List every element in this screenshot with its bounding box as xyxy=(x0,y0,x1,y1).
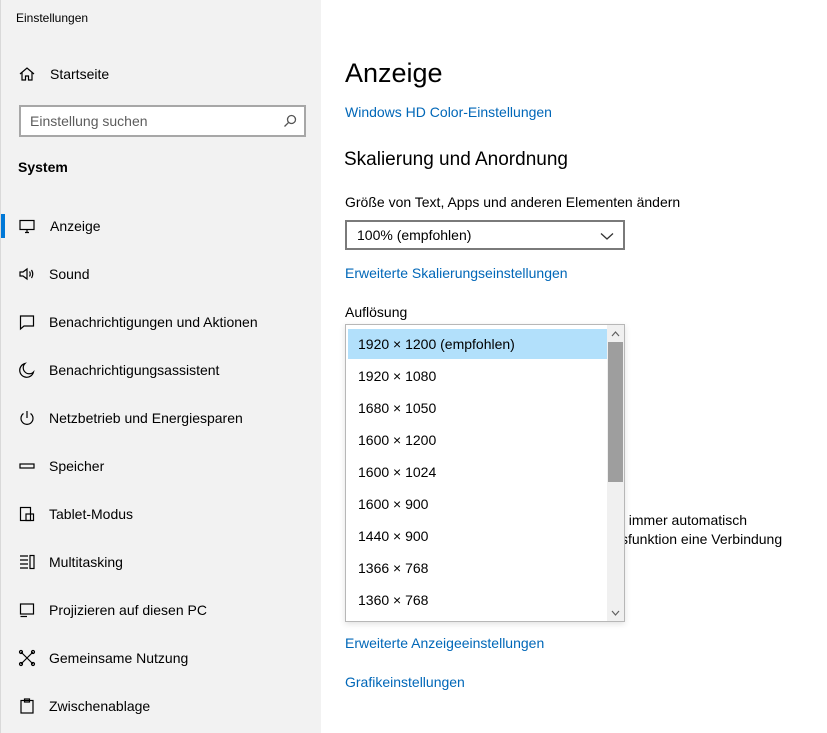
sidebar-item-notifications[interactable]: Benachrichtigungen und Aktionen xyxy=(1,298,322,346)
sidebar-item-sound[interactable]: Sound xyxy=(1,250,322,298)
sidebar-item-label: Multitasking xyxy=(49,554,123,570)
resolution-option[interactable]: 1600 × 900 xyxy=(348,489,608,519)
clipboard-icon xyxy=(18,697,36,715)
sidebar-item-label: Sound xyxy=(49,266,90,282)
sidebar-item-label: Benachrichtigungsassistent xyxy=(49,362,220,378)
scale-dropdown[interactable]: 100% (empfohlen) xyxy=(345,220,625,250)
resolution-option[interactable]: 1920 × 1200 (empfohlen) xyxy=(348,329,608,359)
sidebar-item-label: Projizieren auf diesen PC xyxy=(49,602,207,618)
partial-text: t immer automatisch xyxy=(621,512,748,528)
search-input[interactable] xyxy=(21,107,271,135)
monitor-icon xyxy=(18,217,36,235)
projector-icon xyxy=(18,601,36,619)
page-title: Anzeige xyxy=(345,58,443,88)
section-heading: System xyxy=(18,159,68,175)
resolution-option[interactable]: 1920 × 1080 xyxy=(348,361,608,391)
speaker-icon xyxy=(18,265,36,283)
sidebar-home[interactable]: Startseite xyxy=(1,56,322,92)
search-icon[interactable] xyxy=(283,114,297,128)
moon-icon xyxy=(18,361,36,379)
scrollbar-thumb[interactable] xyxy=(608,342,623,482)
power-icon xyxy=(18,409,36,427)
sidebar-item-clipboard[interactable]: Zwischenablage xyxy=(1,682,322,730)
sidebar-item-anzeige[interactable]: Anzeige xyxy=(1,202,322,250)
resolution-dropdown-list[interactable]: 1920 × 1200 (empfohlen) 1920 × 1080 1680… xyxy=(345,324,625,622)
scale-label: Größe von Text, Apps und anderen Element… xyxy=(345,194,681,210)
hd-color-link[interactable]: Windows HD Color-Einstellungen xyxy=(345,104,552,120)
resolution-option[interactable]: 1600 × 1200 xyxy=(348,425,608,455)
sidebar-item-label: Anzeige xyxy=(50,218,101,234)
notification-icon xyxy=(18,313,36,331)
scroll-down-icon[interactable] xyxy=(607,604,624,621)
sidebar-item-shared[interactable]: Gemeinsame Nutzung xyxy=(1,634,322,682)
resolution-option[interactable]: 1366 × 768 xyxy=(348,553,608,583)
sidebar-item-tablet-mode[interactable]: Tablet-Modus xyxy=(1,490,322,538)
sidebar-nav: Anzeige Sound Benachrichtigungen und Akt… xyxy=(1,202,322,730)
scrollbar[interactable] xyxy=(607,325,624,621)
scale-value: 100% (empfohlen) xyxy=(357,227,472,243)
partial-text: sfunktion eine Verbindung xyxy=(621,531,783,547)
scaling-heading: Skalierung und Anordnung xyxy=(344,149,568,170)
resolution-option[interactable]: 1360 × 768 xyxy=(348,585,608,615)
sidebar: Einstellungen Startseite System Anzeige … xyxy=(0,0,321,733)
graphics-settings-link[interactable]: Grafikeinstellungen xyxy=(345,674,465,690)
sidebar-item-project[interactable]: Projizieren auf diesen PC xyxy=(1,586,322,634)
active-indicator xyxy=(1,214,5,238)
sidebar-item-focus-assist[interactable]: Benachrichtigungsassistent xyxy=(1,346,322,394)
scroll-up-icon[interactable] xyxy=(607,325,624,342)
tablet-icon xyxy=(18,505,36,523)
sidebar-home-label: Startseite xyxy=(50,66,110,82)
sidebar-item-storage[interactable]: Speicher xyxy=(1,442,322,490)
share-icon xyxy=(18,649,36,667)
sidebar-item-label: Tablet-Modus xyxy=(49,506,134,522)
home-icon xyxy=(18,65,36,83)
advanced-display-link[interactable]: Erweiterte Anzeigeeinstellungen xyxy=(345,635,544,651)
resolution-label: Auflösung xyxy=(345,304,408,320)
search-box[interactable] xyxy=(19,105,306,137)
sidebar-item-label: Netzbetrieb und Energiesparen xyxy=(49,410,243,426)
resolution-option[interactable]: 1600 × 1024 xyxy=(348,457,608,487)
resolution-option[interactable]: 1680 × 1050 xyxy=(348,393,608,423)
sidebar-item-multitasking[interactable]: Multitasking xyxy=(1,538,322,586)
sidebar-item-label: Gemeinsame Nutzung xyxy=(49,650,189,666)
main-content: Anzeige Windows HD Color-Einstellungen S… xyxy=(321,0,827,733)
resolution-option[interactable]: 1440 × 900 xyxy=(348,521,608,551)
storage-icon xyxy=(18,457,36,475)
sidebar-item-label: Speicher xyxy=(49,458,105,474)
window-title: Einstellungen xyxy=(16,11,89,25)
advanced-scaling-link[interactable]: Erweiterte Skalierungseinstellungen xyxy=(345,265,568,281)
sidebar-item-label: Zwischenablage xyxy=(49,698,151,714)
chevron-down-icon xyxy=(600,229,614,241)
sidebar-item-power[interactable]: Netzbetrieb und Energiesparen xyxy=(1,394,322,442)
multitasking-icon xyxy=(18,553,36,571)
sidebar-item-label: Benachrichtigungen und Aktionen xyxy=(49,314,258,330)
